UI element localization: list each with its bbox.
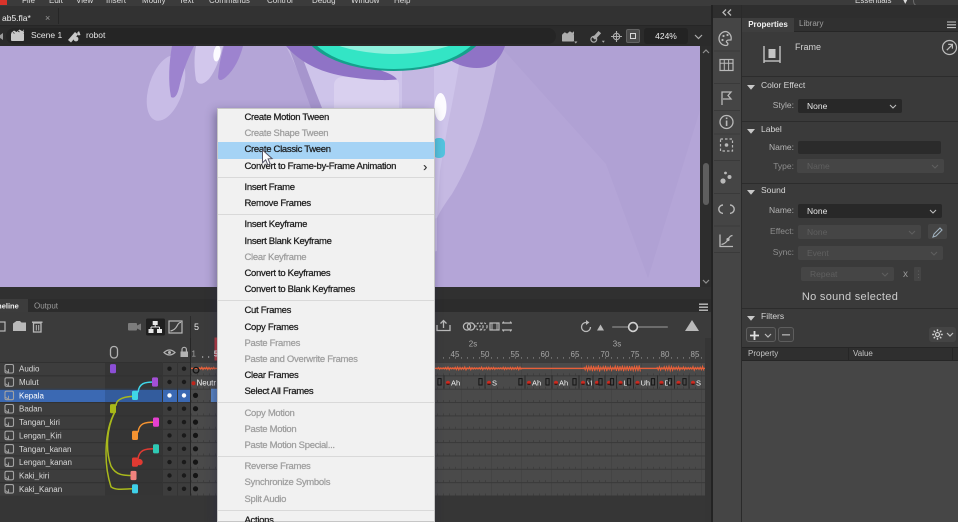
svg-text:2s: 2s — [469, 340, 477, 349]
svg-text:Output: Output — [34, 302, 59, 311]
svg-text:Timeline: Timeline — [0, 302, 19, 311]
svg-text:Tangan_kanan: Tangan_kanan — [19, 445, 72, 454]
svg-text:Audio: Audio — [19, 365, 40, 374]
svg-text:65: 65 — [571, 350, 580, 359]
svg-text:1: 1 — [192, 350, 197, 359]
svg-text:..: .. — [682, 379, 686, 388]
svg-text:Mulut: Mulut — [19, 378, 39, 387]
svg-text:S: S — [492, 379, 497, 388]
svg-text:45: 45 — [451, 350, 460, 359]
svg-text:S: S — [696, 379, 701, 388]
svg-text:Uh: Uh — [641, 379, 651, 388]
svg-text:Kepala: Kepala — [19, 391, 44, 400]
svg-text:60: 60 — [541, 350, 550, 359]
svg-text:Kaki_kiri: Kaki_kiri — [19, 472, 49, 481]
svg-text:75: 75 — [631, 350, 640, 359]
svg-text:Ah: Ah — [451, 379, 460, 388]
svg-text:Lengan_Kiri: Lengan_Kiri — [19, 431, 62, 440]
svg-text:Ah: Ah — [532, 379, 541, 388]
svg-text:5: 5 — [194, 322, 199, 332]
svg-text:55: 55 — [511, 350, 520, 359]
svg-text:50: 50 — [481, 350, 490, 359]
svg-text:Badan: Badan — [19, 405, 42, 414]
svg-text:85: 85 — [691, 350, 700, 359]
svg-text:Lengan_kanan: Lengan_kanan — [19, 458, 72, 467]
svg-text:Neutr: Neutr — [197, 379, 217, 388]
svg-text:3s: 3s — [613, 340, 621, 349]
svg-text:70: 70 — [601, 350, 610, 359]
svg-text:Ah: Ah — [559, 379, 568, 388]
svg-text:80: 80 — [661, 350, 670, 359]
svg-text:Kaki_Kanan: Kaki_Kanan — [19, 485, 62, 494]
svg-text:Tangan_kiri: Tangan_kiri — [19, 418, 60, 427]
svg-text:D: D — [665, 379, 671, 388]
